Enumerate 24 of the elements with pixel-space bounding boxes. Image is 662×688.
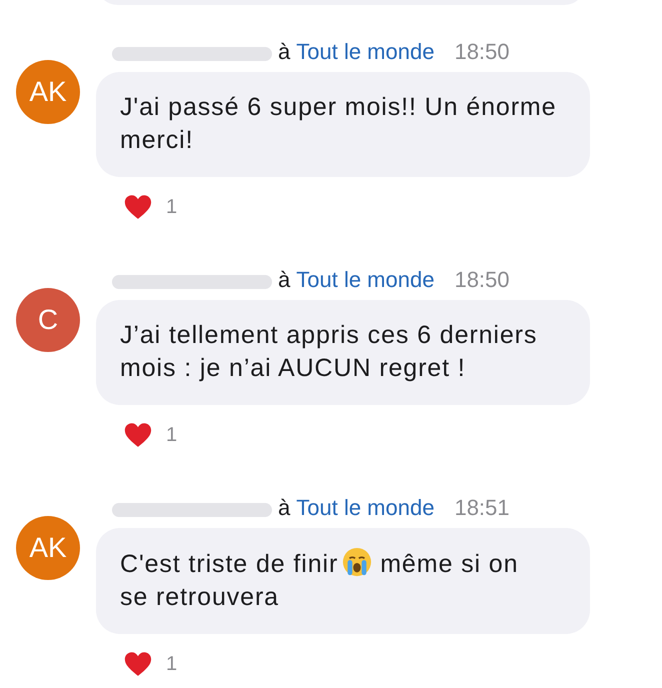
avatar: AK bbox=[16, 60, 80, 124]
message-time: 18:50 bbox=[454, 267, 510, 293]
audience-link[interactable]: Tout le monde bbox=[296, 39, 434, 65]
message-text: se retrouvera bbox=[120, 582, 279, 613]
heart-icon[interactable] bbox=[124, 195, 152, 220]
message-text: J'ai passé 6 super mois!! Un énorme merci! bbox=[120, 93, 556, 154]
message-text: C'est triste de finir bbox=[120, 550, 338, 578]
crying-face-icon bbox=[342, 547, 372, 577]
connector-text: à bbox=[278, 495, 290, 521]
message-time: 18:50 bbox=[454, 39, 510, 65]
reaction-count: 1 bbox=[166, 424, 178, 447]
connector-text: à bbox=[278, 39, 290, 65]
heart-icon[interactable] bbox=[124, 423, 152, 448]
heart-icon[interactable] bbox=[124, 652, 152, 677]
reaction-count: 1 bbox=[166, 653, 178, 676]
avatar: AK bbox=[16, 516, 80, 580]
reaction-count: 1 bbox=[166, 196, 178, 219]
message-text: J’ai tellement appris ces 6 derniers mois : je n’ai AUCUN regret ! bbox=[120, 321, 538, 382]
message-text: même si on bbox=[380, 549, 518, 580]
audience-link[interactable]: Tout le monde bbox=[296, 495, 434, 521]
connector-text: à bbox=[278, 267, 290, 293]
avatar: C bbox=[16, 288, 80, 352]
message-time: 18:51 bbox=[454, 495, 510, 521]
audience-link[interactable]: Tout le monde bbox=[296, 267, 434, 293]
